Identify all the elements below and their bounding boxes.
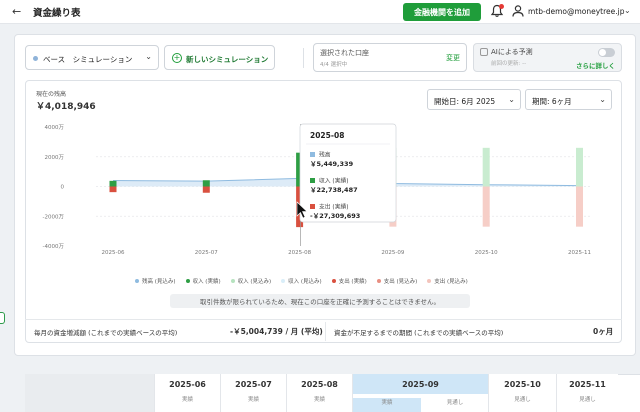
table-month-header: 2025-11 見通し <box>556 374 618 412</box>
y-tick-label: 2000万 <box>45 154 65 161</box>
legend-label: 収入 (見込み) <box>237 279 272 285</box>
monthly-change-value: -￥5,004,739 / 月 (平均) <box>230 327 323 336</box>
legend-item[interactable]: 支出 (見込み) <box>427 277 468 285</box>
table-month-header: 2025-06 実績 <box>154 374 220 412</box>
legend-label: 支出 (見込み) <box>383 279 418 285</box>
x-tick-label: 2025-06 <box>102 250 125 256</box>
bar-支出 (見込み) <box>576 186 583 227</box>
chart-legend: 残高 (見込み) 収入 (実績) 収入 (見込み) 収入 (見込み) 支出 (実績) 支出… <box>135 276 468 286</box>
table-month-header: 2025-10 見通し <box>488 374 556 412</box>
month-type: 実績 <box>181 397 193 403</box>
month-name: 2025-06 <box>169 380 206 389</box>
x-tick-label: 2025-11 <box>568 250 591 256</box>
bar-支出 (実績) <box>202 186 210 193</box>
x-tick-label: 2025-10 <box>475 250 498 256</box>
legend-item[interactable]: 支出 (見込み) <box>376 277 418 285</box>
cashflow-chart[interactable]: 4000万2000万0-2000万-4000万2025-06 2025-07 202… <box>0 0 640 412</box>
y-tick-label: -2000万 <box>43 213 65 220</box>
stats-row: 毎月の資金増減額 (これまでの実績ベースの平均) -￥5,004,739 / 月… <box>25 319 622 342</box>
tooltip-swatch <box>310 204 315 209</box>
month-name: 2025-10 <box>504 380 541 389</box>
tooltip-value: ￥22,738,487 <box>310 186 358 194</box>
tooltip-label: 支出 (実績) <box>319 203 349 211</box>
y-tick-label: 4000万 <box>45 124 65 131</box>
legend-label: 収入 (見込み) <box>288 279 322 285</box>
bar-収入 (見込み) <box>576 147 583 187</box>
shortfall-period-label: 資金が不足するまでの期間 (これまでの実績ベースの平均) <box>334 329 504 337</box>
month-subheader-row: 実績 見通し <box>353 393 488 412</box>
legend-swatch <box>185 279 190 283</box>
month-type: 見通し <box>514 397 531 403</box>
month-name: 2025-08 <box>301 380 338 389</box>
month-type: 実績 <box>313 397 325 403</box>
tooltip-label: 収入 (実績) <box>319 177 349 185</box>
legend-item[interactable]: 収入 (見込み) <box>281 277 322 285</box>
legend-item[interactable]: 収入 (見込み) <box>230 277 272 285</box>
legend-item[interactable]: 収入 (実績) <box>185 277 221 285</box>
bar-収入 (実績) <box>109 180 117 187</box>
legend-item[interactable]: 残高 (見込み) <box>135 277 176 285</box>
legend-swatch <box>135 279 139 283</box>
stats-divider <box>325 322 326 341</box>
legend-swatch <box>230 279 235 283</box>
legend-item[interactable]: 支出 (実績) <box>331 277 367 285</box>
monthly-change-label: 毎月の資金増減額 (これまでの実績ベースの平均) <box>34 329 178 337</box>
month-type: 見通し <box>446 400 464 406</box>
x-tick-label: 2025-09 <box>381 250 404 256</box>
legend-swatch <box>281 279 286 283</box>
tooltip-value: -￥27,309,693 <box>310 212 360 220</box>
table-month-header-selected[interactable]: 2025-09 実績 見通し <box>352 374 488 412</box>
legend-label: 残高 (見込み) <box>142 279 176 285</box>
legend-swatch <box>331 279 336 283</box>
month-name: 2025-09 <box>402 380 439 389</box>
legend-swatch <box>427 279 432 283</box>
tooltip-label: 残高 <box>319 151 331 159</box>
table-month-header: 2025-07 実績 <box>220 374 286 412</box>
table-month-header: 2025-08 実績 <box>286 374 352 412</box>
legend-label: 支出 (見込み) <box>434 279 468 285</box>
tooltip-swatch <box>310 178 315 183</box>
bar-収入 (実績) <box>202 180 210 187</box>
bar-支出 (実績) <box>109 186 117 193</box>
legend-swatch <box>376 279 381 283</box>
tooltip-swatch <box>310 152 315 157</box>
month-name: 2025-07 <box>235 380 272 389</box>
legend-label: 収入 (実績) <box>192 279 221 285</box>
month-type: 実績 <box>247 397 259 403</box>
month-type: 実績 <box>353 398 421 412</box>
tooltip-title: 2025-08 <box>310 131 344 140</box>
forecast-notice: 取引件数が限られているため、現在この口座を正確に予測することはできません。 <box>170 294 470 308</box>
y-tick-label: -4000万 <box>43 243 65 250</box>
bar-収入 (見込み) <box>482 147 490 187</box>
tooltip-value: ￥5,449,339 <box>310 160 354 168</box>
month-name: 2025-11 <box>569 380 606 389</box>
legend-label: 支出 (実績) <box>338 279 367 285</box>
month-type: 見通し <box>579 397 596 403</box>
x-tick-label: 2025-07 <box>195 250 218 256</box>
x-tick-label: 2025-08 <box>288 250 311 256</box>
y-tick-label: 0 <box>61 185 65 191</box>
bar-支出 (見込み) <box>482 186 490 227</box>
table-row-header-cell <box>25 374 154 412</box>
shortfall-period-value: 0ヶ月 <box>593 327 614 336</box>
